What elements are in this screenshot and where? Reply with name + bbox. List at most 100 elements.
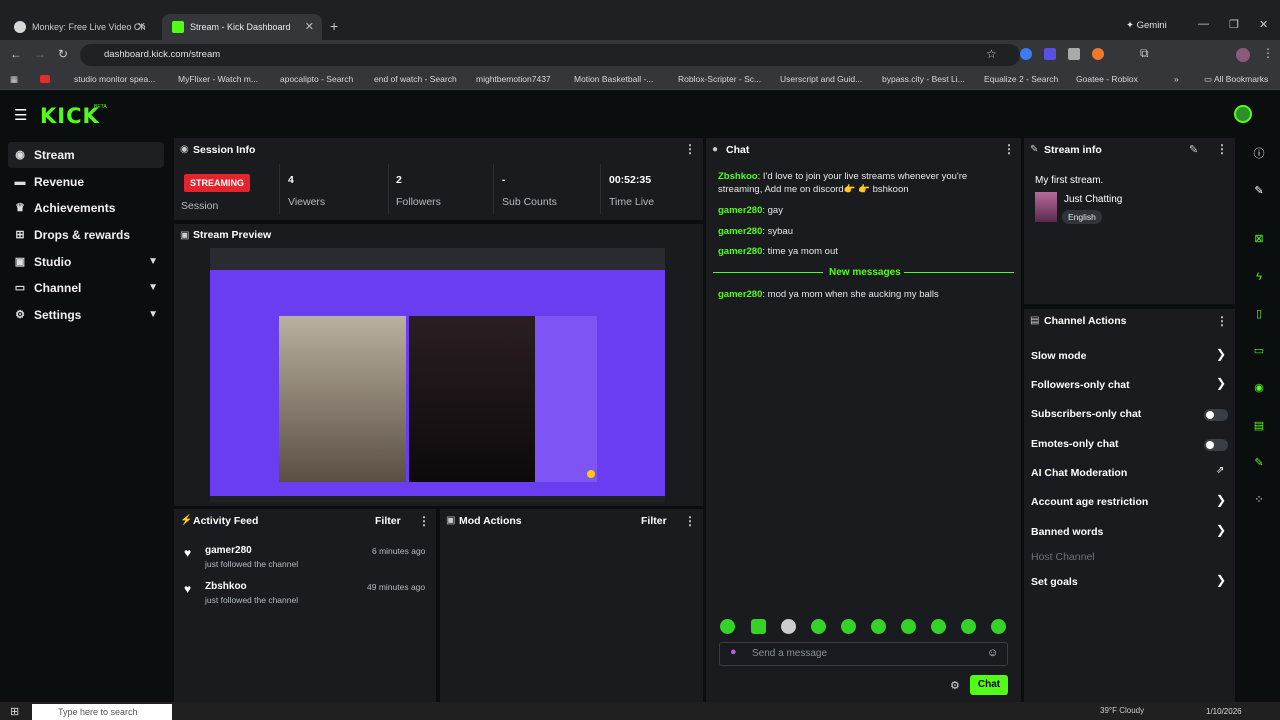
chevron-right-icon[interactable]: ❯ bbox=[1216, 347, 1226, 361]
subscribers-only-toggle[interactable] bbox=[1204, 409, 1228, 421]
user-avatar[interactable] bbox=[1234, 105, 1252, 123]
chat-username[interactable]: gamer280 bbox=[718, 226, 762, 237]
activity-filter-button[interactable]: Filter bbox=[375, 515, 401, 527]
reload-icon[interactable]: ↻ bbox=[58, 47, 68, 61]
extensions-puzzle-icon[interactable]: ⧉ bbox=[1140, 46, 1149, 61]
sidebar-item-settings[interactable]: ⚙ Settings ▼ bbox=[8, 302, 164, 328]
layers-icon[interactable]: ▤ bbox=[1249, 416, 1269, 436]
sidebar-item-revenue[interactable]: ▬ Revenue bbox=[8, 169, 164, 195]
bookmark-item[interactable]: Equalize 2 - Search bbox=[984, 74, 1058, 84]
extension-icon[interactable] bbox=[1068, 48, 1080, 60]
sidebar-item-channel[interactable]: ▭ Channel ▼ bbox=[8, 275, 164, 301]
close-window-icon[interactable]: ✕ bbox=[1259, 18, 1268, 31]
new-tab-icon[interactable]: + bbox=[330, 18, 338, 34]
minimize-icon[interactable]: — bbox=[1198, 18, 1209, 30]
maximize-icon[interactable]: ❐ bbox=[1229, 18, 1239, 31]
new-messages-label[interactable]: New messages bbox=[829, 267, 901, 278]
emote-icon[interactable] bbox=[841, 619, 856, 634]
broadcast-icon[interactable]: ◉ bbox=[1249, 378, 1269, 398]
set-goals-action[interactable]: Set goals bbox=[1031, 576, 1078, 588]
chat-username[interactable]: Zbshkoo bbox=[718, 171, 758, 182]
chat-input[interactable]: Send a message bbox=[752, 648, 827, 659]
chevron-right-icon[interactable]: ❯ bbox=[1216, 573, 1226, 587]
category-name[interactable]: Just Chatting bbox=[1064, 194, 1122, 205]
chevron-right-icon[interactable]: ❯ bbox=[1216, 376, 1226, 390]
extension-icon[interactable] bbox=[1020, 48, 1032, 60]
document-icon[interactable]: ▯ bbox=[1249, 304, 1269, 324]
banned-words-action[interactable]: Banned words bbox=[1031, 526, 1103, 538]
chevron-right-icon[interactable]: ❯ bbox=[1216, 523, 1226, 537]
extensions-icon[interactable]: ⁘ bbox=[1249, 490, 1269, 510]
chat-menu-icon[interactable]: ⋮ bbox=[1003, 142, 1015, 156]
bookmark-item[interactable]: Roblox-Scripter - Sc... bbox=[678, 74, 761, 84]
more-bookmarks-icon[interactable]: » bbox=[1174, 74, 1179, 84]
emotes-only-toggle[interactable] bbox=[1204, 439, 1228, 451]
mod-filter-button[interactable]: Filter bbox=[641, 515, 667, 527]
slow-mode-action[interactable]: Slow mode bbox=[1031, 350, 1086, 362]
gemini-button[interactable]: ✦ Gemini bbox=[1126, 20, 1167, 31]
browser-tab-monkey[interactable]: Monkey: Free Live Video Ch ✕ bbox=[4, 14, 154, 40]
mod-menu-icon[interactable]: ⋮ bbox=[684, 514, 696, 528]
bookmark-item[interactable]: Motion Basketball -... bbox=[574, 74, 653, 84]
chat-bubble-icon[interactable]: ▭ bbox=[1249, 341, 1269, 361]
bookmark-item[interactable]: Userscript and Guid... bbox=[780, 74, 862, 84]
emote-icon[interactable] bbox=[751, 619, 766, 634]
lightning-icon[interactable]: ϟ bbox=[1249, 267, 1269, 287]
windows-start-icon[interactable]: ⊞ bbox=[10, 705, 19, 718]
taskbar-search[interactable]: Type here to search bbox=[32, 704, 172, 720]
activity-menu-icon[interactable]: ⋮ bbox=[418, 514, 430, 528]
wrench-icon[interactable]: ✎ bbox=[1249, 453, 1269, 473]
chat-username[interactable]: gamer280 bbox=[718, 246, 762, 257]
youtube-icon[interactable] bbox=[40, 75, 50, 83]
chat-username[interactable]: gamer280 bbox=[718, 205, 762, 216]
bookmark-item[interactable]: mightbemotion7437 bbox=[476, 74, 551, 84]
stream-video[interactable] bbox=[210, 248, 665, 502]
sidebar-item-achievements[interactable]: ♛ Achievements bbox=[8, 195, 164, 221]
chat-username[interactable]: gamer280 bbox=[718, 289, 762, 300]
close-tab-icon[interactable]: ✕ bbox=[305, 20, 314, 33]
emote-icon[interactable] bbox=[991, 619, 1006, 634]
close-box-icon[interactable]: ⊠ bbox=[1249, 229, 1269, 249]
emote-icon[interactable] bbox=[720, 619, 735, 634]
activity-user[interactable]: gamer280 bbox=[205, 545, 252, 556]
profile-avatar[interactable] bbox=[1236, 48, 1250, 62]
info-icon[interactable]: ⓘ bbox=[1249, 144, 1269, 164]
account-age-action[interactable]: Account age restriction bbox=[1031, 496, 1148, 508]
sidebar-item-stream[interactable]: ◉ Stream bbox=[8, 142, 164, 168]
chat-send-button[interactable]: Chat bbox=[970, 675, 1008, 695]
browser-menu-icon[interactable]: ⋮ bbox=[1262, 46, 1274, 60]
emote-icon[interactable] bbox=[931, 619, 946, 634]
stream-info-menu-icon[interactable]: ⋮ bbox=[1216, 142, 1228, 156]
emote-icon[interactable] bbox=[871, 619, 886, 634]
emote-icon[interactable] bbox=[961, 619, 976, 634]
bookmark-item[interactable]: MyFlixer - Watch m... bbox=[178, 74, 258, 84]
bookmark-item[interactable]: bypass.city - Best Li... bbox=[882, 74, 965, 84]
close-tab-icon[interactable]: ✕ bbox=[137, 20, 146, 33]
category-thumbnail[interactable] bbox=[1035, 192, 1057, 222]
emote-icon[interactable] bbox=[901, 619, 916, 634]
all-bookmarks[interactable]: ▭ All Bookmarks bbox=[1204, 74, 1268, 85]
external-link-icon[interactable]: ⇗ bbox=[1216, 465, 1224, 476]
emote-icon[interactable] bbox=[811, 619, 826, 634]
followers-only-action[interactable]: Followers-only chat bbox=[1031, 379, 1130, 391]
kick-logo[interactable]: KICK bbox=[40, 104, 100, 128]
back-icon[interactable]: ← bbox=[10, 47, 22, 61]
chat-settings-icon[interactable]: ⚙ bbox=[950, 679, 960, 692]
emote-icon[interactable] bbox=[781, 619, 796, 634]
forward-icon[interactable]: → bbox=[34, 47, 46, 61]
channel-actions-menu-icon[interactable]: ⋮ bbox=[1216, 314, 1228, 328]
emoji-picker-icon[interactable]: ☺ bbox=[987, 647, 998, 659]
bookmark-item[interactable]: studio monitor spea... bbox=[74, 74, 155, 84]
activity-user[interactable]: Zbshkoo bbox=[205, 581, 247, 592]
edit-icon[interactable]: ✎ bbox=[1189, 143, 1198, 156]
bookmark-star-icon[interactable]: ☆ bbox=[986, 47, 997, 61]
ai-moderation-action[interactable]: AI Chat Moderation bbox=[1031, 467, 1127, 479]
microphone-icon[interactable]: ● bbox=[730, 646, 737, 658]
extension-icon[interactable] bbox=[1092, 48, 1104, 60]
extension-icon[interactable] bbox=[1044, 48, 1056, 60]
bookmark-item[interactable]: apocalipto - Search bbox=[280, 74, 353, 84]
sidebar-item-studio[interactable]: ▣ Studio ▼ bbox=[8, 249, 164, 275]
browser-tab-kick[interactable]: Stream - Kick Dashboard ✕ bbox=[162, 14, 322, 40]
apps-grid-icon[interactable]: ▦ bbox=[10, 74, 18, 85]
bookmark-item[interactable]: end of watch - Search bbox=[374, 74, 457, 84]
